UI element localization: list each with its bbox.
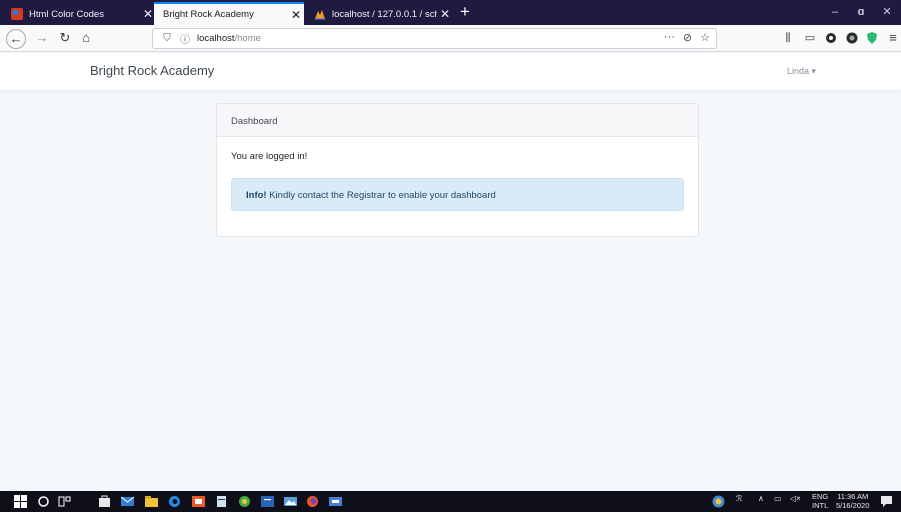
brand-link[interactable]: Bright Rock Academy [90, 63, 214, 78]
page-actions-icon[interactable]: ··· [664, 31, 675, 44]
new-tab-button[interactable]: + [454, 3, 476, 23]
tab-html-color-codes[interactable]: Html Color Codes ✕ [2, 3, 156, 25]
extension-icon[interactable] [824, 31, 838, 45]
url-host: localhost [197, 33, 235, 44]
menu-icon[interactable]: ≡ [886, 31, 900, 45]
notepad-icon[interactable] [215, 495, 228, 508]
url-path: /home [234, 33, 261, 44]
shield-icon[interactable] [865, 31, 879, 45]
sidebar-icon[interactable]: ▭ [803, 31, 817, 45]
site-info-icon[interactable]: ⓘ [177, 31, 193, 46]
user-dropdown[interactable]: Linda ▾ [787, 66, 816, 77]
store-icon[interactable] [98, 495, 111, 508]
reload-button[interactable]: ↻ [54, 28, 76, 48]
home-icon: ⌂ [82, 30, 90, 45]
firefox-icon[interactable] [306, 495, 319, 508]
url-bar[interactable]: ⛉ ⓘ localhost/home ··· ⊘ ☆ [152, 28, 717, 49]
forward-button[interactable]: → [31, 28, 53, 48]
app-navbar: Bright Rock Academy Linda ▾ [0, 53, 901, 90]
card-body: You are logged in! Info! Kindly contact … [217, 137, 698, 225]
info-alert: Info! Kindly contact the Registrar to en… [231, 178, 684, 211]
mail-icon[interactable] [121, 495, 134, 508]
task-view-icon[interactable] [58, 495, 71, 508]
user-name: Linda [787, 66, 810, 76]
extension-icon[interactable] [845, 31, 859, 45]
card-header: Dashboard [217, 104, 698, 137]
tab-bright-rock-academy[interactable]: Bright Rock Academy ✕ [154, 2, 304, 25]
language-indicator[interactable]: ENG INTL [812, 492, 828, 510]
language-code: ENG [812, 492, 829, 501]
home-button[interactable]: ⌂ [75, 28, 97, 48]
browser-nav-bar: ← → ↻ ⌂ ⛉ ⓘ localhost/home ··· ⊘ ☆ ⫼ ▭ ≡ [0, 25, 901, 52]
back-button[interactable]: ← [6, 29, 26, 49]
app-icon[interactable] [329, 495, 342, 508]
close-window-button[interactable]: ✕ [872, 0, 901, 25]
tab-label: localhost / 127.0.0.1 / schools / [332, 8, 437, 20]
tracking-shield-icon[interactable]: ⛉ [159, 33, 175, 44]
clock-date: 5/16/2020 [836, 501, 870, 510]
app-icon[interactable] [192, 495, 205, 508]
tab-label: Bright Rock Academy [163, 9, 254, 20]
tab-phpmyadmin[interactable]: localhost / 127.0.0.1 / schools / ✕ [305, 3, 453, 25]
phpmyadmin-favicon-icon [315, 10, 325, 20]
language-layout: INTL [812, 501, 829, 510]
globe-user-icon[interactable] [712, 495, 725, 508]
caret-down-icon: ▾ [811, 66, 817, 76]
photos-icon[interactable] [284, 495, 297, 508]
dashboard-card: Dashboard You are logged in! Info! Kindl… [216, 103, 699, 237]
word-icon[interactable] [261, 495, 274, 508]
chrome-icon[interactable] [238, 495, 251, 508]
bookmark-star-icon[interactable]: ☆ [700, 31, 710, 44]
alert-strong: Info! [246, 190, 267, 201]
taskbar-clock[interactable]: 11:36 AM 5/16/2020 [836, 492, 869, 510]
edge-icon[interactable] [168, 495, 181, 508]
arrow-right-icon: → [35, 30, 49, 45]
people-icon[interactable]: ℛ [736, 494, 742, 503]
clock-time: 11:36 AM [837, 492, 869, 501]
battery-icon[interactable]: ▭ [774, 494, 782, 503]
windows-taskbar: ℛ ∧ ▭ ◁× ENG INTL 11:36 AM 5/16/2020 [0, 491, 901, 512]
tab-label: Html Color Codes [29, 8, 104, 20]
chevron-up-icon[interactable]: ∧ [758, 494, 764, 503]
reload-icon: ↻ [59, 30, 71, 45]
search-icon[interactable] [37, 495, 50, 508]
file-explorer-icon[interactable] [145, 495, 158, 508]
volume-icon[interactable]: ◁× [790, 494, 801, 503]
login-status-text: You are logged in! [231, 151, 308, 162]
arrow-left-icon: ← [9, 31, 23, 46]
close-tab-icon[interactable]: ✕ [437, 7, 453, 21]
pocket-icon[interactable]: ⊘ [683, 31, 692, 44]
windows-start-icon[interactable] [14, 495, 27, 508]
html-color-codes-favicon-icon [11, 8, 23, 20]
browser-tab-bar: Html Color Codes ✕ Bright Rock Academy ✕… [0, 0, 901, 25]
library-icon[interactable]: ⫼ [781, 31, 795, 45]
alert-message: Kindly contact the Registrar to enable y… [266, 190, 496, 201]
close-tab-icon[interactable]: ✕ [288, 8, 304, 22]
notification-icon[interactable] [880, 495, 893, 508]
